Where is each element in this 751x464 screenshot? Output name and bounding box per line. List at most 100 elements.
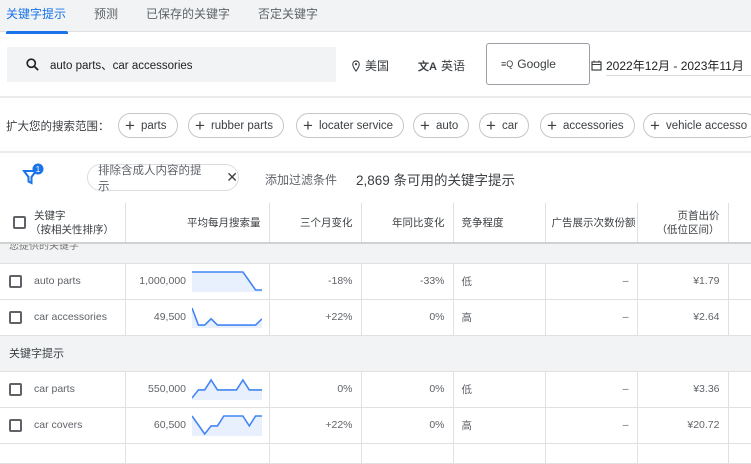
keyword-cell: car accessories — [30, 299, 126, 336]
date-range-label: 2022年12月 - 2023年11月 — [606, 59, 744, 73]
tab-negative-keywords[interactable]: 否定关键字 — [252, 0, 318, 31]
competition-cell: 高 — [453, 299, 546, 336]
three-month-cell: +22% — [269, 407, 362, 444]
row-checkbox[interactable] — [9, 418, 22, 432]
trend-sparkline — [192, 415, 262, 436]
volume-cell: 1,000,000 — [125, 263, 192, 300]
plus-icon: + — [420, 116, 430, 135]
trend-sparkline — [192, 307, 262, 328]
competition-cell: 低 — [453, 263, 546, 300]
group-label: 关键字提示 — [0, 335, 751, 372]
tab-forecast[interactable]: 预测 — [88, 0, 118, 31]
three-month-cell: -18% — [269, 263, 362, 300]
tab-saved-keywords[interactable]: 已保存的关键字 — [140, 0, 230, 31]
broaden-label: 扩大您的搜索范围： — [6, 121, 110, 133]
plus-icon: + — [547, 116, 557, 135]
column-keyword[interactable]: 关键字 （按相关性排序） — [30, 203, 126, 244]
chip-label: car — [501, 119, 518, 132]
divider — [606, 75, 751, 76]
language-selector[interactable]: 文A 英语 — [418, 57, 465, 74]
group-header-row: 关键字提示 — [0, 335, 751, 372]
table-row[interactable]: car parts 550,000 0% 0% 低 – ¥3.36 — [0, 371, 751, 408]
column-competition[interactable]: 竞争程度 — [453, 203, 546, 244]
plus-icon: + — [195, 116, 205, 135]
table-row[interactable]: auto parts 1,000,000 -18% -33% 低 – ¥1.79 — [0, 263, 751, 300]
column-top-bid-low[interactable]: 页首出价 （低位区间） — [637, 203, 729, 244]
keyword-cell: auto parts — [30, 263, 126, 300]
tab-bar: 关键字提示 预测 已保存的关键字 否定关键字 — [0, 0, 751, 34]
calendar-icon — [591, 60, 602, 71]
volume-cell: 550,000 — [125, 371, 192, 408]
keyword-count: 2,869 条可用的关键字提示 — [356, 173, 516, 188]
search-value: auto parts、car accessories — [50, 59, 193, 72]
filter-button[interactable]: 1 — [22, 163, 48, 190]
plus-icon: + — [125, 116, 135, 135]
yoy-cell: 0% — [361, 371, 454, 408]
search-input[interactable]: auto parts、car accessories — [7, 47, 336, 82]
add-filter-button[interactable]: 添加过滤条件 — [265, 171, 337, 188]
broaden-chip[interactable]: + locater service — [296, 113, 405, 138]
svg-text:1: 1 — [36, 165, 41, 174]
sparkline-area — [192, 416, 262, 436]
keyword-cell: car parts — [30, 371, 126, 408]
location-selector[interactable]: 美国 — [351, 57, 389, 74]
column-impression-share[interactable]: 广告展示次数份额 — [545, 203, 638, 244]
row-checkbox[interactable] — [9, 310, 22, 324]
bid-cell: ¥1.79 — [637, 263, 729, 300]
three-month-cell: 0% — [269, 371, 362, 408]
column-bid-sub: （低位区间） — [656, 223, 720, 236]
divider — [0, 151, 751, 153]
row-checkbox[interactable] — [9, 382, 22, 396]
language-label: 英语 — [440, 59, 465, 73]
impression-share-cell: – — [545, 407, 638, 444]
plus-icon: + — [486, 116, 496, 135]
location-label: 美国 — [365, 59, 390, 73]
column-bid-label: 页首出价 — [677, 209, 720, 222]
competition-cell: 低 — [453, 371, 546, 408]
network-selector[interactable]: ≡Q Google — [486, 43, 590, 85]
column-avg-monthly-searches[interactable]: 平均每月搜索量 — [125, 203, 270, 244]
translate-icon: 文A — [418, 60, 437, 73]
tab-keyword-ideas[interactable]: 关键字提示 — [0, 0, 69, 34]
impression-share-cell: – — [545, 371, 638, 408]
plus-icon: + — [303, 116, 313, 135]
bid-cell: ¥2.64 — [637, 299, 729, 336]
competition-cell: 高 — [453, 407, 546, 444]
yoy-cell: 0% — [361, 407, 454, 444]
chip-label: auto — [435, 119, 459, 132]
table-row[interactable]: car covers 60,500 +22% 0% 高 – ¥20.72 — [0, 407, 751, 444]
broaden-chip[interactable]: + accessories — [540, 113, 635, 138]
table-row[interactable] — [0, 443, 751, 464]
broaden-chip[interactable]: + auto — [413, 113, 470, 138]
column-three-month-change[interactable]: 三个月变化 — [269, 203, 362, 244]
bid-cell: ¥3.36 — [637, 371, 729, 408]
keyword-table: 关键字 （按相关性排序） 平均每月搜索量 三个月变化 年同比变化 竞争程度 广告展… — [0, 203, 751, 464]
broaden-chip[interactable]: + vehicle accesso — [643, 113, 751, 138]
impression-share-cell: – — [545, 299, 638, 336]
column-keyword-sub: （按相关性排序） — [30, 223, 114, 236]
chip-label: accessories — [562, 119, 624, 132]
group-label: 您提供的关键字 — [0, 243, 751, 264]
column-keyword-label: 关键字 — [34, 209, 66, 222]
volume-cell: 49,500 — [125, 299, 192, 336]
column-yoy-change[interactable]: 年同比变化 — [361, 203, 454, 244]
row-checkbox[interactable] — [9, 274, 22, 288]
location-pin-icon — [352, 59, 360, 72]
close-icon[interactable]: ✕ — [226, 169, 238, 186]
keyword-cell: car covers — [30, 407, 126, 444]
broaden-chip[interactable]: + car — [479, 113, 529, 138]
group-header-row: 您提供的关键字 — [0, 243, 751, 264]
date-range-selector[interactable]: 2022年12月 - 2023年11月 — [591, 57, 744, 74]
filter-icon: 1 — [22, 163, 44, 185]
trend-sparkline — [192, 378, 262, 400]
broaden-chip[interactable]: + parts — [118, 113, 178, 138]
plus-icon: + — [650, 116, 660, 135]
sparkline-line — [192, 307, 262, 326]
broaden-chip[interactable]: + rubber parts — [188, 113, 284, 138]
search-icon — [26, 58, 39, 71]
divider — [0, 96, 751, 98]
select-all-checkbox[interactable] — [13, 216, 26, 229]
table-row[interactable]: car accessories 49,500 +22% 0% 高 – ¥2.64 — [0, 299, 751, 336]
volume-cell: 60,500 — [125, 407, 192, 444]
adult-content-filter-chip[interactable]: 排除含成人内容的提示 ✕ — [87, 164, 239, 193]
